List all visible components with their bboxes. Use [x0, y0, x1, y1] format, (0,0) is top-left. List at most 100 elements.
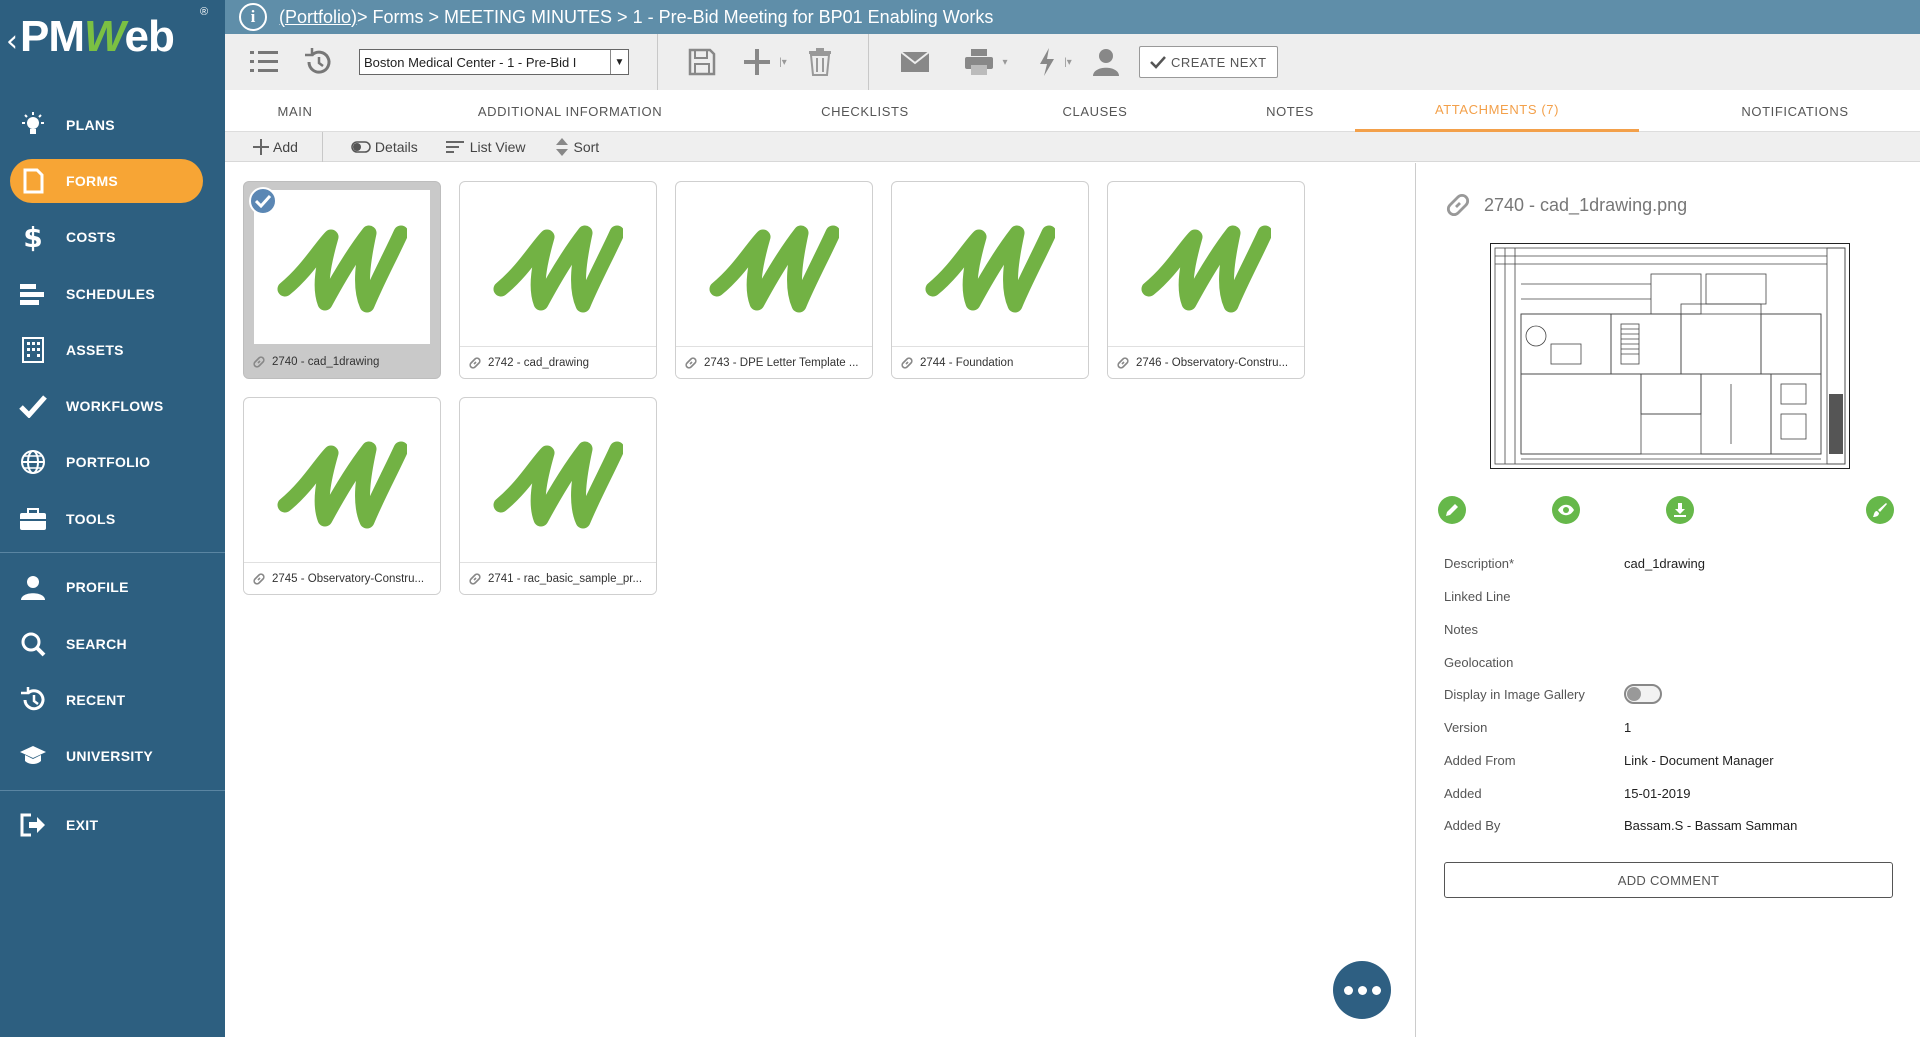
- pmweb-w-logo-icon: [1141, 225, 1271, 313]
- field-value-added-from: Link - Document Manager: [1624, 753, 1774, 768]
- tab-notifications[interactable]: NOTIFICATIONS: [1715, 90, 1875, 132]
- sidebar-item-forms[interactable]: FORMS: [0, 159, 225, 203]
- attachment-thumbnail: [1118, 190, 1294, 344]
- link-icon: [1117, 356, 1129, 369]
- add-icon[interactable]: [742, 47, 772, 77]
- attachment-card[interactable]: 2743 - DPE Letter Template ...: [675, 181, 873, 379]
- tab-notes[interactable]: NOTES: [1225, 90, 1355, 132]
- attachment-card[interactable]: 2745 - Observatory-Constru...: [243, 397, 441, 595]
- sidebar-item-label: EXIT: [66, 817, 99, 833]
- field-label-notes: Notes: [1444, 622, 1478, 637]
- list-view-button[interactable]: List View: [445, 139, 526, 155]
- sidebar-divider: [0, 790, 225, 791]
- sidebar-item-schedules[interactable]: SCHEDULES: [0, 272, 225, 316]
- sidebar-item-costs[interactable]: $ COSTS: [0, 215, 225, 259]
- sidebar-item-assets[interactable]: ASSETS: [0, 328, 225, 372]
- record-selector[interactable]: Boston Medical Center - 1 - Pre-Bid I ▼: [359, 49, 629, 75]
- sidebar-item-label: WORKFLOWS: [66, 398, 164, 414]
- attachment-caption: 2743 - DPE Letter Template ...: [676, 346, 872, 378]
- sidebar-item-profile[interactable]: PROFILE: [0, 565, 225, 609]
- sidebar-item-workflows[interactable]: WORKFLOWS: [0, 384, 225, 428]
- user-icon[interactable]: [1091, 48, 1121, 76]
- sidebar-item-exit[interactable]: EXIT: [0, 803, 225, 847]
- toolbar-divider: [321, 131, 323, 162]
- display-in-gallery-toggle[interactable]: [1624, 684, 1662, 704]
- pmweb-w-logo-icon: [709, 225, 839, 313]
- attachment-thumbnail: [470, 406, 646, 560]
- trash-icon[interactable]: [806, 48, 834, 76]
- more-dots-icon: [1343, 985, 1353, 995]
- tab-attachments[interactable]: ATTACHMENTS (7): [1355, 90, 1639, 132]
- pmweb-logo[interactable]: ‹ PMWeb ®: [0, 0, 225, 90]
- tab-clauses[interactable]: CLAUSES: [1025, 90, 1165, 132]
- sidebar-item-plans[interactable]: PLANS: [0, 103, 225, 147]
- attachment-card[interactable]: 2741 - rac_basic_sample_pr...: [459, 397, 657, 595]
- add-dropdown-chevron-icon[interactable]: |▾: [776, 57, 790, 68]
- attachment-card[interactable]: 2746 - Observatory-Constru...: [1107, 181, 1305, 379]
- sidebar-item-label: TOOLS: [66, 511, 116, 527]
- pmweb-w-logo-icon: [277, 441, 407, 529]
- field-label-added-by: Added By: [1444, 818, 1501, 833]
- lightning-icon[interactable]: [1037, 48, 1057, 76]
- tab-additional-information[interactable]: ADDITIONAL INFORMATION: [455, 90, 685, 132]
- brand-wordmark: PMWeb: [20, 12, 175, 61]
- chevron-down-icon[interactable]: ▼: [610, 50, 628, 74]
- tab-checklists[interactable]: CHECKLISTS: [800, 90, 930, 132]
- email-icon[interactable]: [899, 51, 931, 73]
- list-icon[interactable]: [249, 49, 281, 75]
- selected-check-icon[interactable]: [249, 187, 277, 215]
- sidebar-item-label: FORMS: [66, 173, 119, 189]
- attachment-card[interactable]: 2744 - Foundation: [891, 181, 1089, 379]
- more-actions-button[interactable]: [1333, 961, 1391, 1019]
- plus-icon: [253, 138, 269, 155]
- list-view-icon: [445, 140, 464, 153]
- back-chevron-icon[interactable]: ‹: [6, 24, 18, 59]
- add-comment-button[interactable]: ADD COMMENT: [1444, 862, 1893, 898]
- sidebar: ‹ PMWeb ® PLANS FORMS $ COSTS SCHEDULES …: [0, 0, 225, 1037]
- attachment-thumbnail: [470, 190, 646, 344]
- action-dropdown-chevron-icon[interactable]: |▾: [1061, 57, 1075, 68]
- sidebar-item-label: PROFILE: [66, 579, 129, 595]
- field-label-added-from: Added From: [1444, 753, 1516, 768]
- sidebar-item-tools[interactable]: TOOLS: [0, 497, 225, 541]
- print-icon[interactable]: [963, 48, 995, 76]
- pmweb-w-logo-icon: [277, 225, 407, 313]
- download-icon[interactable]: [1666, 496, 1694, 524]
- breadcrumb-bar: i (Portfolio) > Forms > MEETING MINUTES …: [225, 0, 1920, 34]
- sidebar-item-university[interactable]: UNIVERSITY: [0, 734, 225, 778]
- sidebar-item-portfolio[interactable]: PORTFOLIO: [0, 440, 225, 484]
- sidebar-item-search[interactable]: SEARCH: [0, 622, 225, 666]
- attachments-toolbar: Add Details List View Sort: [225, 131, 1920, 162]
- add-attachment-button[interactable]: Add: [253, 138, 298, 155]
- drawing-preview[interactable]: [1490, 243, 1850, 469]
- field-value-version: 1: [1624, 720, 1632, 735]
- save-icon[interactable]: [686, 48, 718, 76]
- view-eye-icon[interactable]: [1552, 496, 1580, 524]
- sort-icon: [555, 137, 568, 156]
- link-icon: [901, 356, 913, 369]
- details-toggle[interactable]: Details: [351, 139, 418, 155]
- attachment-title: 2740 - cad_1drawing.png: [1444, 191, 1687, 219]
- edit-pencil-icon[interactable]: [1438, 496, 1466, 524]
- registered-mark: ®: [200, 6, 209, 18]
- attachment-caption: 2740 - cad_1drawing: [244, 346, 440, 378]
- sidebar-item-recent[interactable]: RECENT: [0, 678, 225, 722]
- markup-brush-icon[interactable]: [1866, 496, 1894, 524]
- sidebar-item-label: COSTS: [66, 229, 116, 245]
- field-value-description[interactable]: cad_1drawing: [1624, 556, 1705, 571]
- more-dots-icon: [1357, 985, 1367, 995]
- toolbar-divider: [657, 34, 658, 90]
- print-dropdown-chevron-icon[interactable]: ▾: [999, 57, 1011, 68]
- tab-main[interactable]: MAIN: [225, 90, 365, 132]
- history-icon[interactable]: [301, 48, 333, 76]
- link-icon: [253, 572, 265, 585]
- field-value-added-by: Bassam.S - Bassam Samman: [1624, 818, 1798, 833]
- document-icon: [0, 168, 66, 194]
- info-icon[interactable]: i: [239, 3, 267, 31]
- toolbar-divider: [868, 34, 869, 90]
- sort-button[interactable]: Sort: [555, 137, 599, 156]
- attachment-card[interactable]: 2742 - cad_drawing: [459, 181, 657, 379]
- breadcrumb-portfolio-link[interactable]: (Portfolio): [279, 7, 357, 28]
- create-next-button[interactable]: CREATE NEXT: [1139, 46, 1278, 78]
- attachment-card[interactable]: 2740 - cad_1drawing: [243, 181, 441, 379]
